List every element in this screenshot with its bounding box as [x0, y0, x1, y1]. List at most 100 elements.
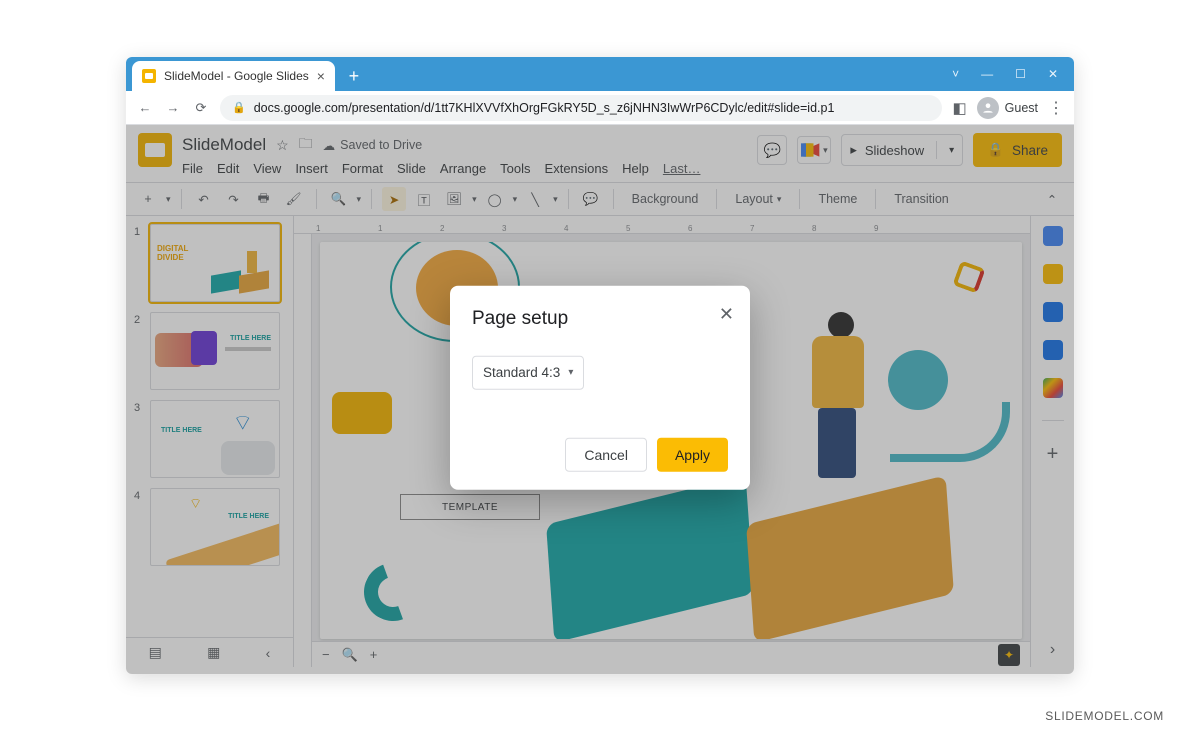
get-addons-icon[interactable]: +	[1047, 443, 1059, 466]
app-header: SlideModel ☆ 🗀 ☁ Saved to Drive File Edi…	[126, 125, 1074, 176]
profile-chip[interactable]: Guest	[977, 97, 1038, 119]
zoom-in-icon[interactable]: +	[370, 647, 378, 662]
slides-logo-icon[interactable]	[138, 133, 172, 167]
tab-close-icon[interactable]: ×	[317, 68, 325, 84]
cancel-button[interactable]: Cancel	[565, 437, 647, 471]
background-button[interactable]: Background	[624, 187, 707, 211]
tab-title: SlideModel - Google Slides	[164, 69, 309, 83]
page-setup-dialog: Page setup ✕ Standard 4:3 ▾ Cancel Apply	[450, 285, 750, 489]
lock-icon: 🔒	[232, 101, 246, 114]
paint-format-button[interactable]: 🖌	[282, 187, 306, 211]
comment-tool[interactable]: 💬	[579, 187, 603, 211]
apply-button[interactable]: Apply	[657, 437, 728, 471]
window-line-icon[interactable]: —	[981, 67, 993, 81]
thumbnail-view-switch: ▤ ▦ ‹	[126, 637, 293, 667]
star-icon[interactable]: ☆	[276, 137, 289, 154]
thumbnail-2[interactable]: TITLE HERE	[150, 312, 280, 390]
menu-help[interactable]: Help	[622, 161, 649, 176]
browser-titlebar: SlideModel - Google Slides × + ˅ — ☐ ✕	[126, 57, 1074, 91]
zoom-button[interactable]: 🔍	[327, 187, 351, 211]
window-minimize-icon[interactable]: ˅	[952, 67, 959, 81]
calendar-icon[interactable]	[1043, 226, 1063, 246]
thumb-number: 4	[134, 488, 144, 566]
maps-icon[interactable]	[1043, 378, 1063, 398]
dialog-title: Page setup	[472, 307, 728, 329]
menu-edit[interactable]: Edit	[217, 161, 239, 176]
thumbnail-1[interactable]: DIGITALDIVIDE	[150, 224, 280, 302]
canvas-footer: − 🔍 + ✦	[312, 641, 1030, 667]
shape-tool[interactable]: ◯	[483, 187, 507, 211]
transition-button[interactable]: Transition	[886, 187, 956, 211]
collapse-panel-icon[interactable]: ‹	[266, 645, 271, 661]
saved-status[interactable]: ☁ Saved to Drive	[323, 138, 422, 153]
aspect-ratio-dropdown[interactable]: Standard 4:3 ▾	[472, 355, 584, 389]
meet-button[interactable]: ▾	[797, 136, 831, 164]
menu-insert[interactable]: Insert	[295, 161, 328, 176]
explore-button[interactable]: ✦	[998, 644, 1020, 666]
menu-file[interactable]: File	[182, 161, 203, 176]
undo-button[interactable]: ↶	[192, 187, 216, 211]
slides-favicon-icon	[142, 69, 156, 83]
plug-disc	[888, 350, 948, 410]
dialog-close-icon[interactable]: ✕	[719, 303, 734, 324]
image-tool[interactable]: 🖼	[442, 187, 466, 211]
decorative-stub	[332, 392, 392, 434]
select-tool[interactable]: ➤	[382, 187, 406, 211]
window-close-icon[interactable]: ✕	[1048, 67, 1058, 81]
play-icon: ▸	[850, 142, 857, 158]
tasks-icon[interactable]	[1043, 302, 1063, 322]
guest-label: Guest	[1005, 101, 1038, 115]
collapse-toolbar-icon[interactable]: ⌃	[1040, 187, 1064, 211]
thumb-number: 3	[134, 400, 144, 478]
nav-back-icon[interactable]: ←	[136, 100, 154, 115]
redo-button[interactable]: ↷	[222, 187, 246, 211]
menu-format[interactable]: Format	[342, 161, 383, 176]
contacts-icon[interactable]	[1043, 340, 1063, 360]
signal-icon: ⌔	[189, 495, 202, 513]
grid-view-icon[interactable]: ▦	[207, 644, 220, 661]
zoom-fit-icon[interactable]: 🔍	[342, 647, 358, 663]
url-text: docs.google.com/presentation/d/1tt7KHlXV…	[254, 101, 835, 115]
lock-icon: 🔒	[987, 142, 1004, 158]
theme-button[interactable]: Theme	[810, 187, 865, 211]
decorative-cord	[890, 402, 1010, 462]
menu-extensions[interactable]: Extensions	[545, 161, 609, 176]
url-field[interactable]: 🔒 docs.google.com/presentation/d/1tt7KHl…	[220, 95, 942, 121]
menu-slide[interactable]: Slide	[397, 161, 426, 176]
thumbnail-3[interactable]: ⌔TITLE HERE	[150, 400, 280, 478]
browser-menu-icon[interactable]: ⋮	[1048, 98, 1064, 118]
window-maximize-icon[interactable]: ☐	[1015, 67, 1026, 81]
browser-tab[interactable]: SlideModel - Google Slides ×	[132, 61, 335, 91]
line-tool[interactable]: ╲	[523, 187, 547, 211]
avatar-icon	[977, 97, 999, 119]
nav-forward-icon[interactable]: →	[164, 100, 182, 115]
doc-title[interactable]: SlideModel	[182, 135, 266, 155]
comments-button[interactable]: 💬	[757, 135, 787, 165]
menu-arrange[interactable]: Arrange	[440, 161, 486, 176]
menu-tools[interactable]: Tools	[500, 161, 530, 176]
filmstrip-view-icon[interactable]: ▤	[149, 644, 162, 661]
menu-view[interactable]: View	[253, 161, 281, 176]
chevron-down-icon: ▾	[949, 145, 954, 156]
thumbnail-panel: 1 DIGITALDIVIDE 2 TITLE HERE 3	[126, 216, 294, 667]
decorative-shape	[952, 260, 985, 293]
menu-last-edit[interactable]: Last…	[663, 161, 701, 176]
move-icon[interactable]: 🗀	[299, 133, 313, 157]
print-button[interactable]: 🖶	[252, 187, 276, 211]
textbox-tool[interactable]: 🅃	[412, 187, 436, 211]
side-panel-divider	[1042, 420, 1064, 421]
slides-app: SlideModel ☆ 🗀 ☁ Saved to Drive File Edi…	[126, 125, 1074, 674]
new-tab-button[interactable]: +	[341, 63, 367, 89]
install-app-icon[interactable]: ◧	[952, 99, 966, 117]
keep-icon[interactable]	[1043, 264, 1063, 284]
window-controls: ˅ — ☐ ✕	[936, 67, 1074, 81]
new-slide-button[interactable]: +	[136, 187, 160, 211]
share-button[interactable]: 🔒 Share	[973, 133, 1062, 167]
slideshow-button[interactable]: ▸ Slideshow ▾	[841, 134, 963, 166]
decorative-arc	[354, 553, 431, 630]
hide-sidepanel-icon[interactable]: ›	[1050, 641, 1055, 659]
zoom-out-icon[interactable]: −	[322, 647, 330, 662]
thumbnail-4[interactable]: ⌔TITLE HERE	[150, 488, 280, 566]
layout-button[interactable]: Layout▾	[727, 187, 789, 211]
nav-reload-icon[interactable]: ⟳	[192, 100, 210, 116]
